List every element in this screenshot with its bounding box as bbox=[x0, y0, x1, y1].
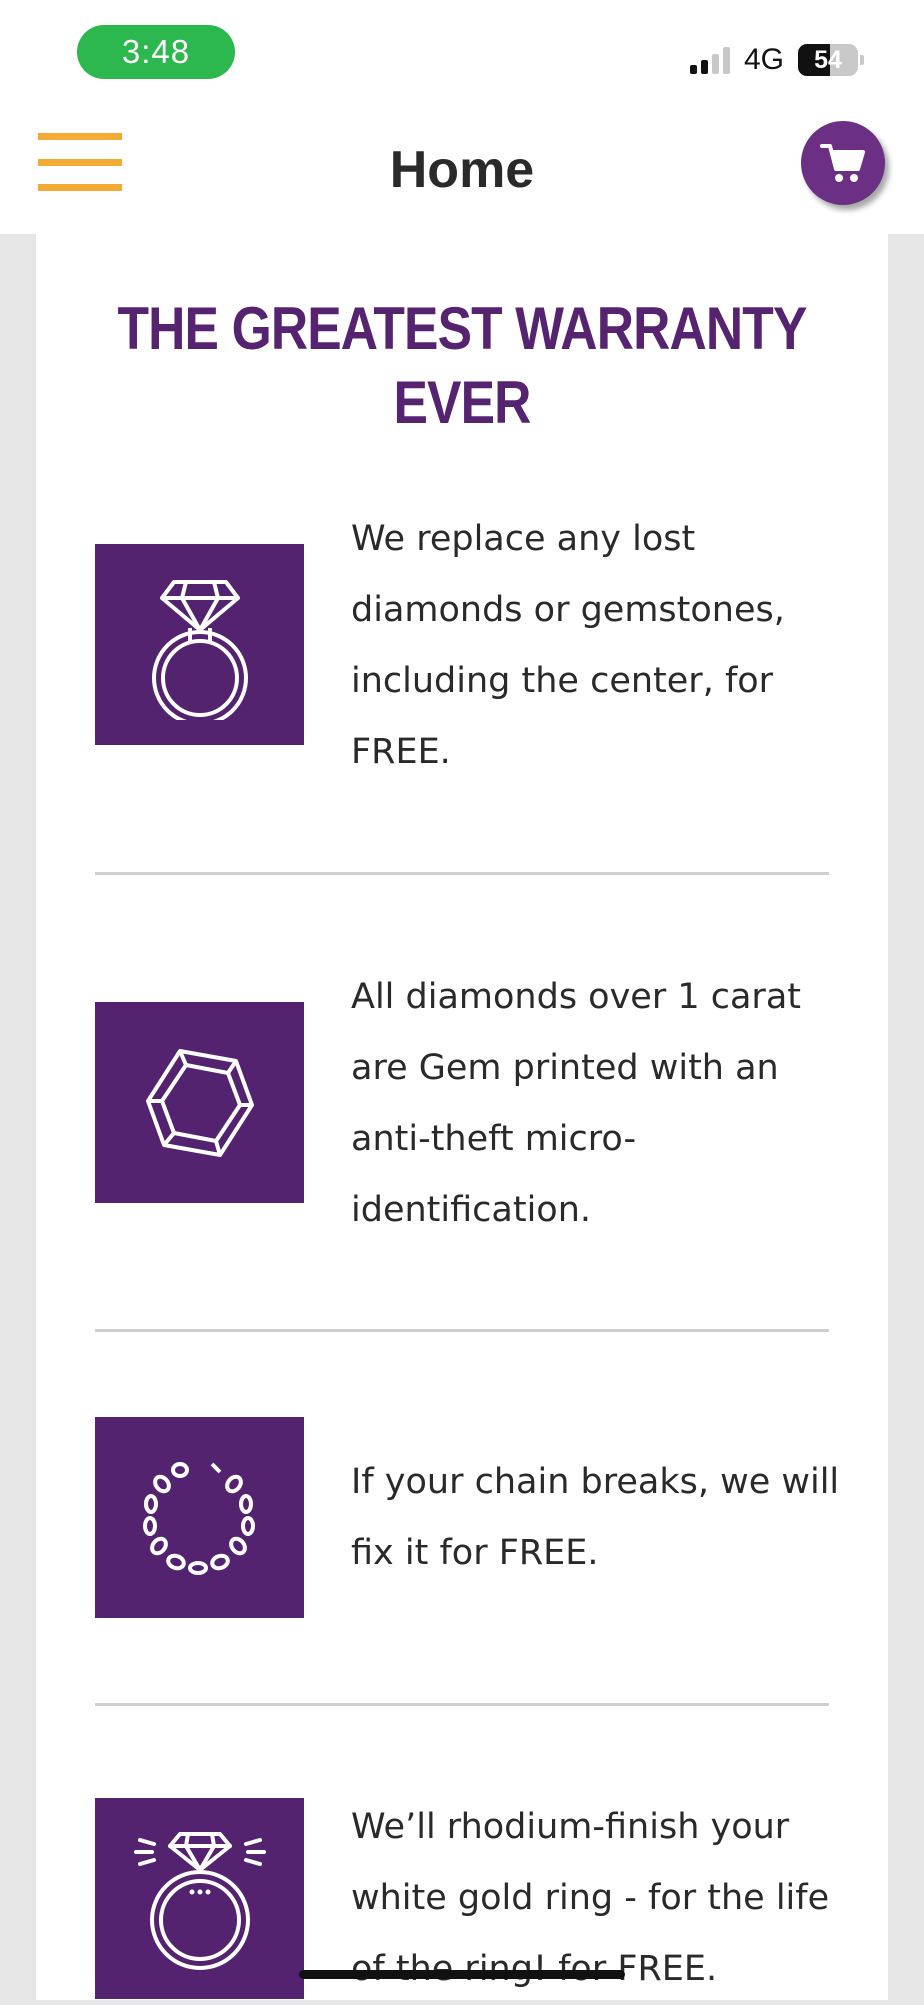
diamond-ring-icon bbox=[151, 579, 248, 720]
divider bbox=[95, 1703, 829, 1706]
feature-icon-tile bbox=[95, 544, 304, 745]
feature-text: If your chain breaks, we will fix it for… bbox=[351, 1462, 840, 1573]
divider bbox=[95, 872, 829, 875]
divider bbox=[95, 1329, 829, 1332]
feature-icon-tile bbox=[95, 1417, 304, 1618]
feature-text: We replace any lost diamonds or gemstone… bbox=[351, 519, 785, 772]
shopping-cart-icon bbox=[820, 144, 865, 182]
feature-icon-tile bbox=[95, 1002, 304, 1203]
section-heading: THE GREATEST WARRANTY EVER bbox=[117, 295, 807, 436]
cart-button[interactable] bbox=[801, 121, 885, 205]
chain-icon bbox=[142, 1461, 255, 1575]
feature-text: All diamonds over 1 carat are Gem printe… bbox=[351, 977, 801, 1230]
gemstone-icon bbox=[145, 1048, 254, 1157]
top-bar: 3:48 4G 54 Home bbox=[0, 0, 924, 234]
feature-icon-tile bbox=[95, 1798, 304, 1999]
network-type: 4G bbox=[743, 43, 784, 76]
battery-level: 54 bbox=[814, 45, 842, 74]
sparkling-ring-icon bbox=[133, 1831, 266, 1970]
warranty-section: THE GREATEST WARRANTY EVER We replace an… bbox=[36, 234, 888, 2000]
status-time: 3:48 bbox=[77, 25, 235, 79]
battery-icon: 54 bbox=[798, 44, 864, 76]
signal-icon bbox=[689, 46, 730, 74]
home-indicator[interactable] bbox=[299, 1970, 625, 1979]
status-indicators: 4G 54 bbox=[689, 40, 864, 80]
page-title: Home bbox=[389, 141, 535, 199]
